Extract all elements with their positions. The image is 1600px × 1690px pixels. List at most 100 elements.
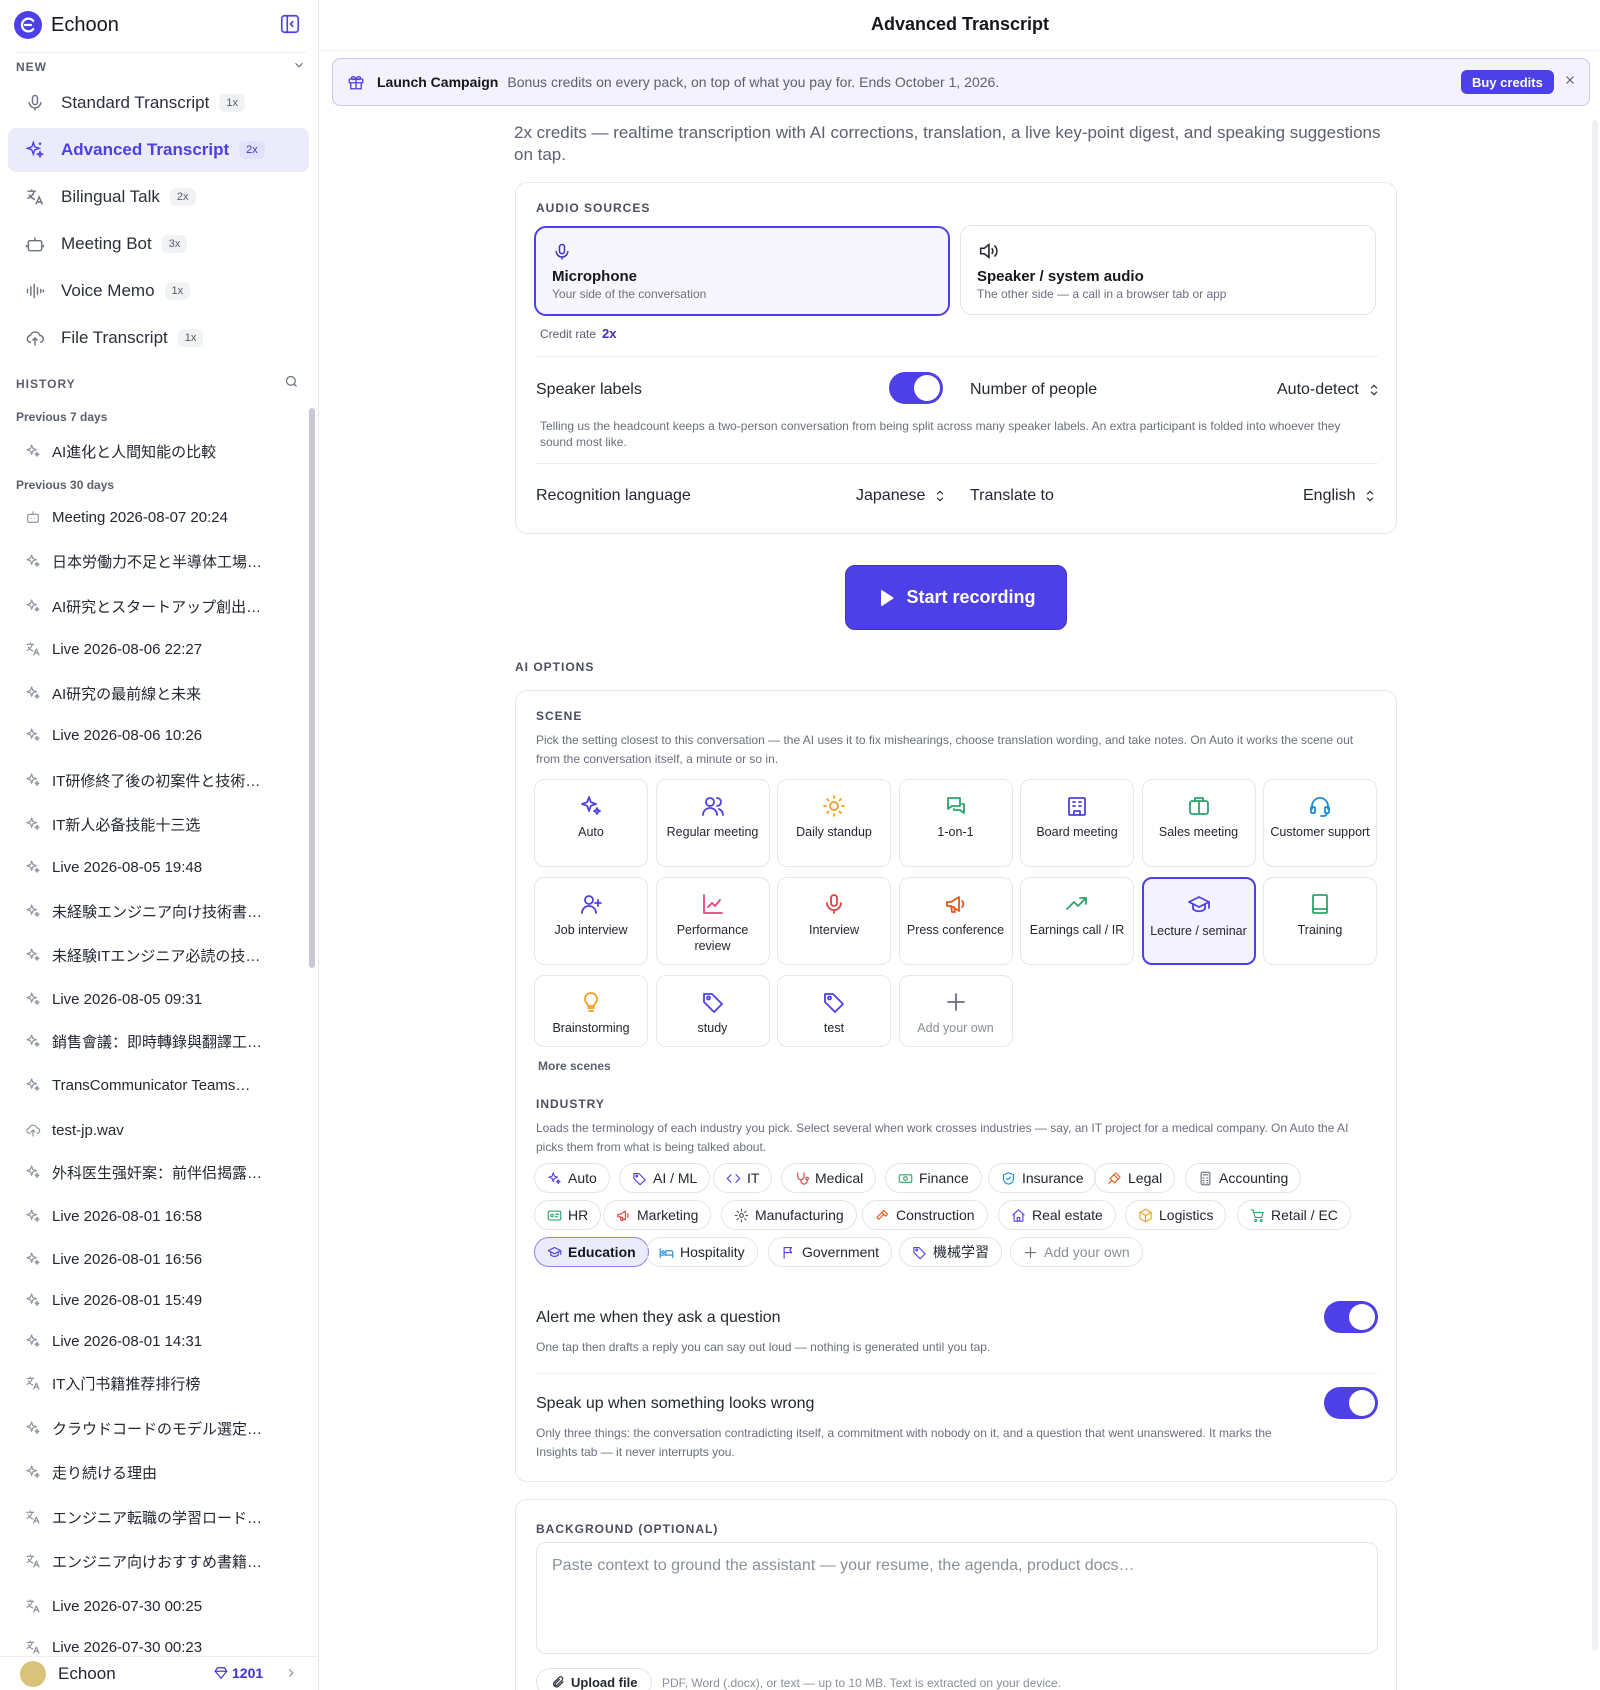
scene-board-meeting[interactable]: Board meeting — [1020, 779, 1134, 867]
sidebar: Echoon NEW Standard Transcript 1x Advanc… — [0, 0, 319, 1690]
bot-icon — [24, 508, 42, 526]
history-item[interactable]: Live 2026-08-06 22:27 — [24, 636, 284, 662]
scene-label: Training — [1297, 923, 1343, 937]
history-item[interactable]: IT入门书籍推荐排行榜 — [24, 1370, 284, 1396]
nav-file-transcript[interactable]: File Transcript 1x — [8, 316, 309, 360]
ai-options-card: SCENE Pick the setting closest to this c… — [515, 690, 1397, 1482]
speaker-labels-toggle[interactable] — [889, 372, 943, 404]
history-item[interactable]: AI進化と人間知能の比較 — [24, 438, 284, 464]
industry-chip-construction[interactable]: Construction — [862, 1200, 988, 1230]
history-item[interactable]: Live 2026-08-01 15:49 — [24, 1287, 284, 1313]
history-item[interactable]: エンジニア向けおすすめ書籍… — [24, 1548, 284, 1574]
translate-to-select[interactable]: English — [1303, 487, 1377, 505]
history-item[interactable]: AI研究とスタートアップ創出… — [24, 593, 284, 619]
industry-chip-manufacturing[interactable]: Manufacturing — [721, 1200, 857, 1230]
history-item[interactable]: test-jp.wav — [24, 1117, 284, 1143]
gavel-icon — [1107, 1171, 1122, 1186]
history-item-title: 走り続ける理由 — [52, 1464, 158, 1482]
history-item[interactable]: 日本労働力不足と半導体工場… — [24, 548, 284, 574]
scene-customer-support[interactable]: Customer support — [1263, 779, 1377, 867]
nav-meeting-bot[interactable]: Meeting Bot 3x — [8, 222, 309, 266]
history-item[interactable]: IT研修終了後の初案件と技術… — [24, 767, 284, 793]
history-item[interactable]: Live 2026-07-30 00:25 — [24, 1593, 284, 1619]
scene-test[interactable]: test — [777, 975, 891, 1047]
scene-study[interactable]: study — [655, 975, 770, 1047]
history-item[interactable]: Live 2026-08-01 16:58 — [24, 1203, 284, 1229]
history-item[interactable]: エンジニア転職の学習ロード… — [24, 1504, 284, 1530]
scene-training[interactable]: Training — [1263, 877, 1377, 965]
background-textarea[interactable] — [536, 1542, 1378, 1654]
industry-chip-retail-ec[interactable]: Retail / EC — [1237, 1200, 1351, 1230]
history-item[interactable]: 外科医生强奸案：前伴侣揭露… — [24, 1159, 284, 1185]
number-of-people-select[interactable]: Auto-detect — [1277, 381, 1381, 399]
history-item[interactable]: AI研究の最前線と未来 — [24, 680, 284, 706]
industry-chip-government[interactable]: Government — [768, 1237, 893, 1267]
nav-standard-transcript[interactable]: Standard Transcript 1x — [8, 81, 309, 125]
industry-chip-legal[interactable]: Legal — [1094, 1163, 1176, 1193]
scene-lecture-seminar[interactable]: Lecture / seminar — [1141, 877, 1256, 965]
industry-chip-education[interactable]: Education — [534, 1237, 649, 1267]
close-icon[interactable] — [1563, 73, 1577, 87]
industry-chip-finance[interactable]: Finance — [885, 1163, 982, 1193]
scene-daily-standup[interactable]: Daily standup — [777, 779, 891, 867]
industry-chip-custom-18[interactable]: 機械学習 — [899, 1237, 1002, 1267]
history-item[interactable]: 未経験エンジニア向け技術書… — [24, 898, 284, 924]
history-item[interactable]: Live 2026-08-05 09:31 — [24, 986, 284, 1012]
nav-advanced-transcript[interactable]: Advanced Transcript 2x — [8, 128, 309, 172]
start-recording-button[interactable]: Start recording — [845, 565, 1067, 630]
scene-performance-review[interactable]: Performance review — [655, 877, 770, 965]
industry-chip-add-your-own[interactable]: Add your own — [1010, 1237, 1143, 1267]
history-item[interactable]: IT新人必备技能十三选 — [24, 811, 284, 837]
history-item[interactable]: Live 2026-08-05 19:48 — [24, 854, 284, 880]
industry-chip-accounting[interactable]: Accounting — [1185, 1163, 1302, 1193]
scene-sales-meeting[interactable]: Sales meeting — [1141, 779, 1256, 867]
collapse-sidebar-icon[interactable] — [278, 12, 302, 36]
recognition-language-select[interactable]: Japanese — [856, 487, 947, 505]
speak-up-toggle[interactable] — [1324, 1387, 1378, 1419]
scene-job-interview[interactable]: Job interview — [534, 877, 648, 965]
history-item[interactable]: Live 2026-08-01 14:31 — [24, 1328, 284, 1354]
industry-chip-auto[interactable]: Auto — [534, 1163, 610, 1193]
scene-brainstorming[interactable]: Brainstorming — [534, 975, 648, 1047]
nav-voice-memo[interactable]: Voice Memo 1x — [8, 269, 309, 313]
scene-earnings-call-ir[interactable]: Earnings call / IR — [1020, 877, 1134, 965]
history-item[interactable]: Meeting 2026-08-07 20:24 — [24, 504, 284, 530]
industry-chip-medical[interactable]: Medical — [781, 1163, 877, 1193]
chevron-down-icon[interactable] — [292, 58, 306, 72]
source-microphone[interactable]: Microphone Your side of the conversation — [534, 226, 950, 316]
industry-chip-real-estate[interactable]: Real estate — [998, 1200, 1116, 1230]
scene-auto[interactable]: Auto — [534, 779, 648, 867]
scene-1-on-1[interactable]: 1-on-1 — [898, 779, 1013, 867]
nav-bilingual-talk[interactable]: Bilingual Talk 2x — [8, 175, 309, 219]
diamond-icon — [214, 1666, 228, 1680]
scene-press-conference[interactable]: Press conference — [898, 877, 1013, 965]
main-scrollbar[interactable] — [1592, 120, 1598, 1650]
history-item[interactable]: クラウドコードのモデル選定… — [24, 1415, 284, 1441]
search-icon[interactable] — [284, 374, 299, 389]
industry-chip-hospitality[interactable]: Hospitality — [646, 1237, 758, 1267]
industry-chip-logistics[interactable]: Logistics — [1125, 1200, 1227, 1230]
scene-add-your-own[interactable]: Add your own — [898, 975, 1013, 1047]
history-item[interactable]: 未経験ITエンジニア必読の技… — [24, 942, 284, 968]
industry-chip-it[interactable]: IT — [713, 1163, 773, 1193]
brand[interactable]: Echoon — [14, 10, 119, 40]
history-item[interactable]: Live 2026-08-01 16:56 — [24, 1246, 284, 1272]
history-item[interactable]: Live 2026-08-06 10:26 — [24, 722, 284, 748]
alert-question-toggle[interactable] — [1324, 1301, 1378, 1333]
industry-chip-insurance[interactable]: Insurance — [988, 1163, 1097, 1193]
upload-file-button[interactable]: Upload file — [536, 1668, 653, 1690]
source-speaker-audio[interactable]: Speaker / system audio The other side — … — [960, 225, 1376, 315]
sidebar-scrollbar[interactable] — [309, 408, 315, 968]
more-scenes-link[interactable]: More scenes — [538, 1059, 611, 1073]
scene-regular-meeting[interactable]: Regular meeting — [655, 779, 770, 867]
sparkles-icon — [24, 552, 42, 570]
buy-credits-button[interactable]: Buy credits — [1461, 70, 1554, 94]
industry-chip-hr[interactable]: HR — [534, 1200, 602, 1230]
industry-chip-marketing[interactable]: Marketing — [603, 1200, 712, 1230]
industry-chip-ai-ml[interactable]: AI / ML — [619, 1163, 711, 1193]
history-item[interactable]: TransCommunicator Teams… — [24, 1072, 284, 1098]
history-item[interactable]: 走り続ける理由 — [24, 1459, 284, 1485]
account-footer[interactable]: Echoon 1201 — [0, 1656, 318, 1690]
history-item[interactable]: 銷售會議：即時轉錄與翻譯工… — [24, 1028, 284, 1054]
scene-interview[interactable]: Interview — [777, 877, 891, 965]
